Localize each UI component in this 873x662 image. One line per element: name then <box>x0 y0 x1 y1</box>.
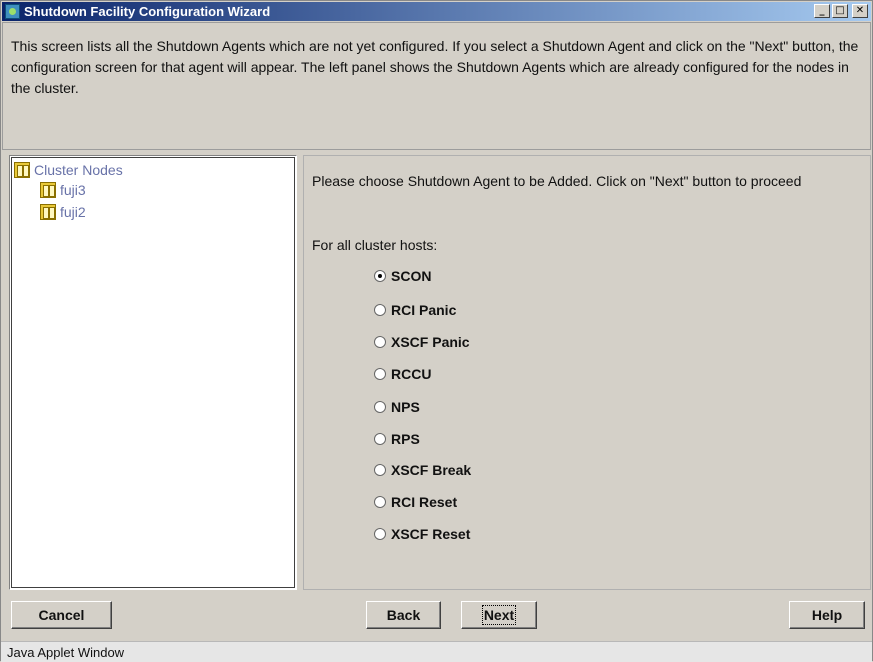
tree-node-label: fuji3 <box>60 182 86 198</box>
tree-node-fuji3[interactable]: fuji3 <box>40 182 86 198</box>
minimize-button[interactable]: _ <box>814 4 830 18</box>
radio-label: NPS <box>391 399 420 415</box>
radio-button[interactable] <box>374 401 386 413</box>
radio-button[interactable] <box>374 528 386 540</box>
radio-button-checked[interactable] <box>374 270 386 282</box>
app-icon <box>5 4 20 19</box>
close-button[interactable]: ✕ <box>852 4 868 18</box>
node-icon <box>40 182 56 198</box>
help-button-label: Help <box>811 607 843 623</box>
radio-option-nps[interactable]: NPS <box>374 399 420 415</box>
radio-button[interactable] <box>374 304 386 316</box>
radio-label: RCCU <box>391 366 432 382</box>
radio-label: RCI Panic <box>391 302 457 318</box>
next-button-label: Next <box>481 605 517 625</box>
radio-option-rccu[interactable]: RCCU <box>374 366 431 382</box>
tree-node-fuji2[interactable]: fuji2 <box>40 204 86 220</box>
window-title: Shutdown Facility Configuration Wizard <box>24 4 271 19</box>
cluster-nodes-icon <box>14 162 30 178</box>
radio-option-scon[interactable]: SCON <box>374 268 431 284</box>
radio-button[interactable] <box>374 336 386 348</box>
radio-button[interactable] <box>374 368 386 380</box>
status-bar: Java Applet Window <box>1 641 872 662</box>
status-text: Java Applet Window <box>7 645 125 660</box>
cancel-button-label: Cancel <box>38 607 85 623</box>
radio-label: XSCF Reset <box>391 526 471 542</box>
radio-option-rci-panic[interactable]: RCI Panic <box>374 302 456 318</box>
cancel-button[interactable]: Cancel <box>11 601 112 629</box>
radio-option-xscf-reset[interactable]: XSCF Reset <box>374 526 470 542</box>
next-button[interactable]: Next <box>461 601 537 629</box>
radio-button[interactable] <box>374 464 386 476</box>
title-bar[interactable]: Shutdown Facility Configuration Wizard _… <box>2 2 871 21</box>
radio-label: XSCF Panic <box>391 334 470 350</box>
radio-button[interactable] <box>374 433 386 445</box>
tree-root-label: Cluster Nodes <box>34 162 123 178</box>
radio-option-xscf-panic[interactable]: XSCF Panic <box>374 334 470 350</box>
hosts-subheading: For all cluster hosts: <box>312 237 438 253</box>
radio-option-rci-reset[interactable]: RCI Reset <box>374 494 457 510</box>
radio-label: SCON <box>391 268 432 284</box>
configured-agents-panel: Cluster Nodes fuji3 fuji2 <box>9 155 297 590</box>
radio-option-rps[interactable]: RPS <box>374 431 420 447</box>
maximize-button[interactable]: □ <box>832 4 848 18</box>
node-icon <box>40 204 56 220</box>
tree-node-label: fuji2 <box>60 204 86 220</box>
radio-option-xscf-break[interactable]: XSCF Break <box>374 462 471 478</box>
agent-selection-panel: Please choose Shutdown Agent to be Added… <box>303 155 871 590</box>
tree-container: Cluster Nodes fuji3 fuji2 <box>11 157 295 588</box>
back-button[interactable]: Back <box>366 601 441 629</box>
help-button[interactable]: Help <box>789 601 865 629</box>
prompt-text: Please choose Shutdown Agent to be Added… <box>312 173 802 189</box>
radio-label: XSCF Break <box>391 462 472 478</box>
radio-label: RCI Reset <box>391 494 458 510</box>
radio-button[interactable] <box>374 496 386 508</box>
back-button-label: Back <box>386 607 421 623</box>
tree-root-cluster-nodes[interactable]: Cluster Nodes <box>14 162 123 178</box>
wizard-window: Shutdown Facility Configuration Wizard _… <box>0 0 873 662</box>
info-panel: This screen lists all the Shutdown Agent… <box>2 22 871 150</box>
info-text: This screen lists all the Shutdown Agent… <box>11 38 859 96</box>
radio-label: RPS <box>391 431 420 447</box>
